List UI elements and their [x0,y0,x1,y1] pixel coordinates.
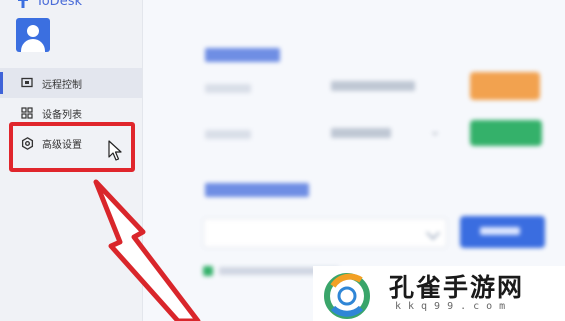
sidebar-item-remote-control[interactable]: 远程控制 [0,68,142,98]
watermark-title: 孔雀手游网 [389,273,525,302]
mouse-cursor-icon [108,140,122,161]
section-title [205,48,280,62]
password-value [331,128,391,138]
grid-icon [20,106,34,120]
section-title [205,183,309,197]
todesk-logo-icon [18,0,28,8]
field-label [205,130,251,139]
refresh-button[interactable] [470,120,542,146]
chevron-down-icon [425,225,441,241]
device-code-input[interactable] [203,218,447,248]
brand-name: ToDesk [36,0,82,9]
avatar[interactable] [16,18,50,52]
device-code-value [331,81,415,91]
red-arrow-annotation [93,179,201,321]
sidebar-item-label: 设备列表 [42,109,82,121]
sidebar-item-label: 远程控制 [42,79,82,91]
chevron-down-icon[interactable]: ⌄ [430,124,440,138]
app-window: ToDesk 远程控制 设备列表 高级设置 ⌄ 孔雀手游网 kkq99.com [0,0,565,321]
peacock-logo-icon [324,272,370,319]
remote-control-icon [20,76,34,90]
field-label [205,84,251,93]
connect-button[interactable] [460,216,545,248]
watermark-url: kkq99.com [395,301,513,312]
watermark: 孔雀手游网 kkq99.com [313,266,565,321]
user-profile[interactable] [16,18,60,52]
copy-button[interactable] [470,72,540,100]
brand: ToDesk [16,0,82,9]
